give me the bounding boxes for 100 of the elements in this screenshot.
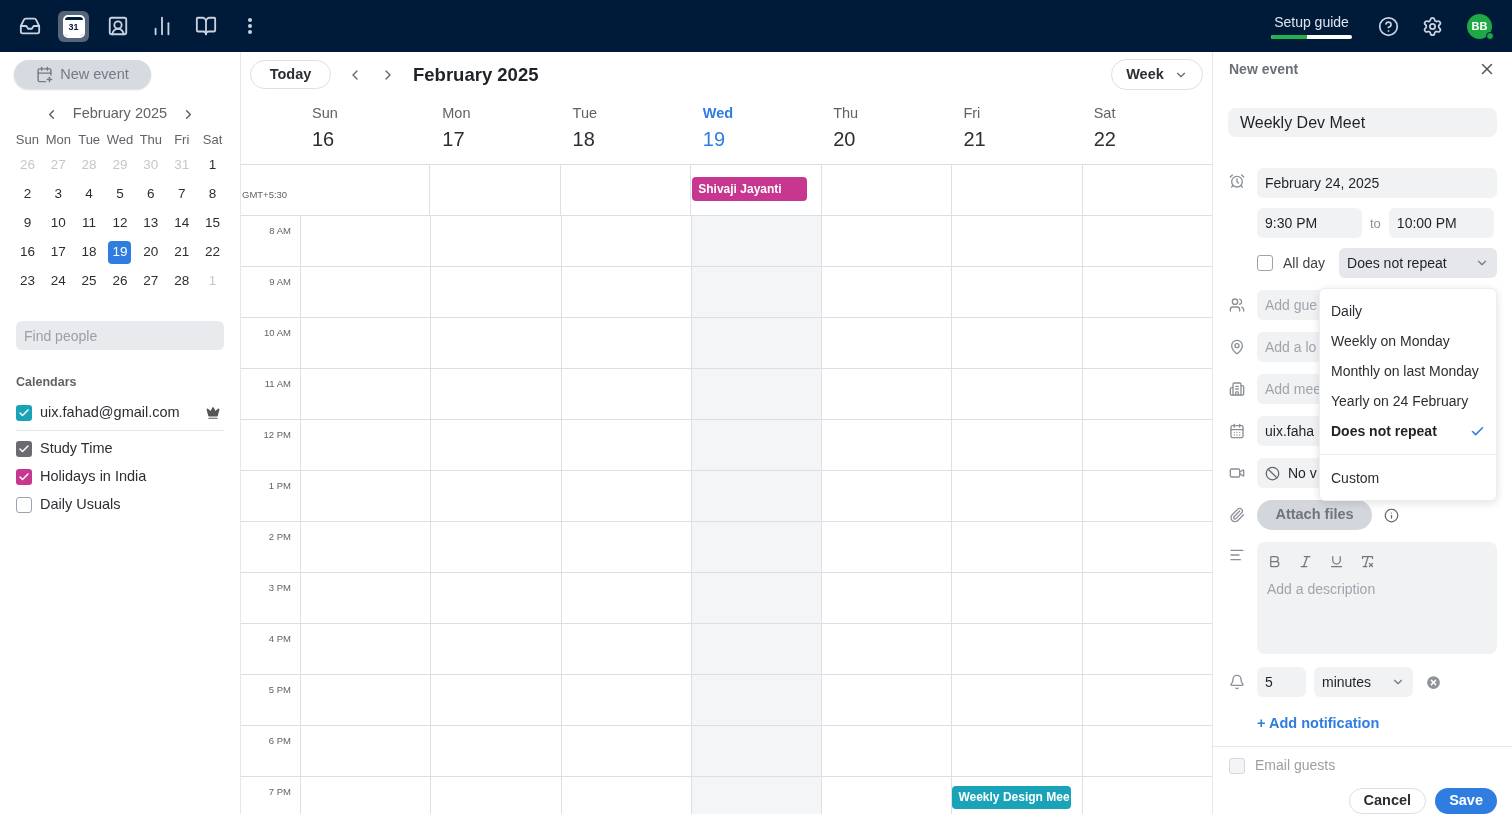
repeat-dropdown[interactable]: Does not repeat: [1339, 248, 1497, 279]
repeat-option[interactable]: Monthly on last Monday: [1320, 356, 1496, 386]
time-slot[interactable]: [690, 573, 822, 623]
repeat-option[interactable]: Yearly on 24 February: [1320, 386, 1496, 416]
help-icon[interactable]: [1378, 15, 1399, 37]
unit-dropdown[interactable]: minutes: [1314, 667, 1413, 698]
no-video-icon: [1265, 465, 1280, 481]
calendar-name[interactable]: Daily Usuals: [40, 493, 224, 516]
day-number[interactable]: 10: [46, 212, 70, 235]
day-number[interactable]: 6: [139, 183, 163, 206]
time-slot[interactable]: [690, 420, 822, 470]
hour-label: 2 PM: [268, 531, 291, 542]
panel-title: New event: [1229, 59, 1300, 79]
day-number[interactable]: 27: [139, 270, 163, 293]
time-slot[interactable]: [690, 369, 822, 419]
time-slot[interactable]: [690, 267, 822, 317]
day-number[interactable]: 7: [170, 183, 194, 206]
cancel-button[interactable]: Cancel: [1348, 788, 1427, 814]
day-number[interactable]: 9: [15, 212, 39, 235]
day-number[interactable]: 15: [201, 212, 225, 235]
calendar-name[interactable]: Study Time: [40, 437, 224, 460]
hour-label: 11 AM: [264, 378, 291, 389]
day-number[interactable]: 2: [15, 183, 39, 206]
day-number[interactable]: 22: [201, 241, 225, 264]
day-number[interactable]: 13: [139, 212, 163, 235]
checkbox[interactable]: [16, 468, 32, 485]
all-day-label: All day: [1283, 253, 1326, 273]
weekday-label: Fri: [173, 131, 191, 149]
checkbox[interactable]: [1257, 255, 1273, 272]
more-icon: [247, 18, 252, 34]
checkbox[interactable]: [16, 496, 32, 513]
time-slot[interactable]: [690, 726, 822, 776]
day-number[interactable]: 4: [77, 183, 101, 206]
start-time-field[interactable]: 9:30 PM: [1257, 208, 1362, 239]
day-number[interactable]: 5: [108, 183, 132, 206]
day-number[interactable]: 16: [15, 241, 39, 264]
time-slot[interactable]: [690, 675, 822, 725]
save-button[interactable]: Save: [1435, 788, 1497, 814]
date-number[interactable]: 19: [702, 126, 822, 152]
italic-icon[interactable]: [1298, 554, 1313, 570]
title-field[interactable]: Weekly Dev Meet: [1228, 108, 1497, 138]
repeat-option[interactable]: Daily: [1320, 296, 1496, 326]
find-people-field[interactable]: Find people: [16, 321, 224, 350]
date-number[interactable]: 21: [963, 126, 1082, 152]
clear-format-icon[interactable]: [1360, 554, 1375, 570]
day-number[interactable]: 18: [77, 241, 101, 264]
bell-icon: [1229, 674, 1245, 691]
weekday-label: Tue: [572, 104, 598, 122]
day-number[interactable]: 28: [170, 270, 194, 293]
checkbox[interactable]: [16, 440, 32, 457]
date-number[interactable]: 18: [572, 126, 691, 152]
bold-icon[interactable]: [1267, 554, 1282, 570]
calendar-name[interactable]: uix.fahad@gmail.com: [40, 401, 198, 424]
time-slot[interactable]: [690, 624, 822, 674]
day-number[interactable]: 14: [170, 212, 194, 235]
info-icon[interactable]: [1384, 507, 1399, 523]
setup-guide-button[interactable]: Setup guide: [1271, 13, 1352, 39]
time-slot[interactable]: [690, 777, 822, 814]
time-slot[interactable]: [690, 471, 822, 521]
all-day-slot[interactable]: Shivaji Jayanti: [690, 165, 821, 215]
repeat-option[interactable]: Does not repeat: [1320, 416, 1496, 446]
underline-icon[interactable]: [1329, 554, 1344, 570]
day-number[interactable]: 3: [46, 183, 70, 206]
remove-icon[interactable]: [1425, 673, 1442, 691]
date-number[interactable]: 22: [1093, 126, 1212, 152]
date-number[interactable]: 20: [833, 126, 952, 152]
crown-icon: [206, 405, 220, 420]
day-number[interactable]: 24: [46, 270, 70, 293]
video-value: No v: [1288, 463, 1317, 483]
day-number[interactable]: 23: [15, 270, 39, 293]
repeat-option[interactable]: Weekly on Monday: [1320, 326, 1496, 356]
all-day-event[interactable]: Shivaji Jayanti: [692, 177, 808, 201]
app-button[interactable]: 31: [58, 10, 89, 42]
day-number[interactable]: 21: [170, 241, 194, 264]
day-number[interactable]: 26: [108, 270, 132, 293]
date-number[interactable]: 17: [442, 126, 561, 152]
time-slot[interactable]: [690, 216, 822, 266]
weekday-label: Sun: [14, 131, 40, 149]
time-slot[interactable]: [690, 522, 822, 572]
settings-icon[interactable]: [1422, 15, 1443, 37]
day-number[interactable]: 8: [201, 183, 225, 206]
time-slot[interactable]: [690, 318, 822, 368]
day-number[interactable]: 25: [77, 270, 101, 293]
calendar-name[interactable]: Holidays in India: [40, 465, 224, 488]
add-notification-link[interactable]: + Add notification: [1257, 713, 1380, 735]
day-number[interactable]: 1: [201, 154, 225, 177]
checkbox[interactable]: [16, 404, 32, 421]
day-number[interactable]: 11: [77, 212, 101, 235]
contact-icon: [106, 15, 129, 37]
day-number[interactable]: 17: [46, 241, 70, 264]
day-number[interactable]: 12: [108, 212, 132, 235]
day-number[interactable]: 19: [108, 241, 132, 264]
hour-label: 9 AM: [269, 276, 291, 287]
repeat-option[interactable]: Custom: [1320, 463, 1496, 493]
day-number[interactable]: 20: [139, 241, 163, 264]
date-field[interactable]: February 24, 2025: [1257, 168, 1497, 199]
date-number[interactable]: 16: [312, 126, 431, 152]
end-time-field[interactable]: 10:00 PM: [1388, 208, 1494, 239]
notification-amount-field[interactable]: 5: [1257, 667, 1306, 698]
hour-label: 6 PM: [268, 735, 291, 746]
